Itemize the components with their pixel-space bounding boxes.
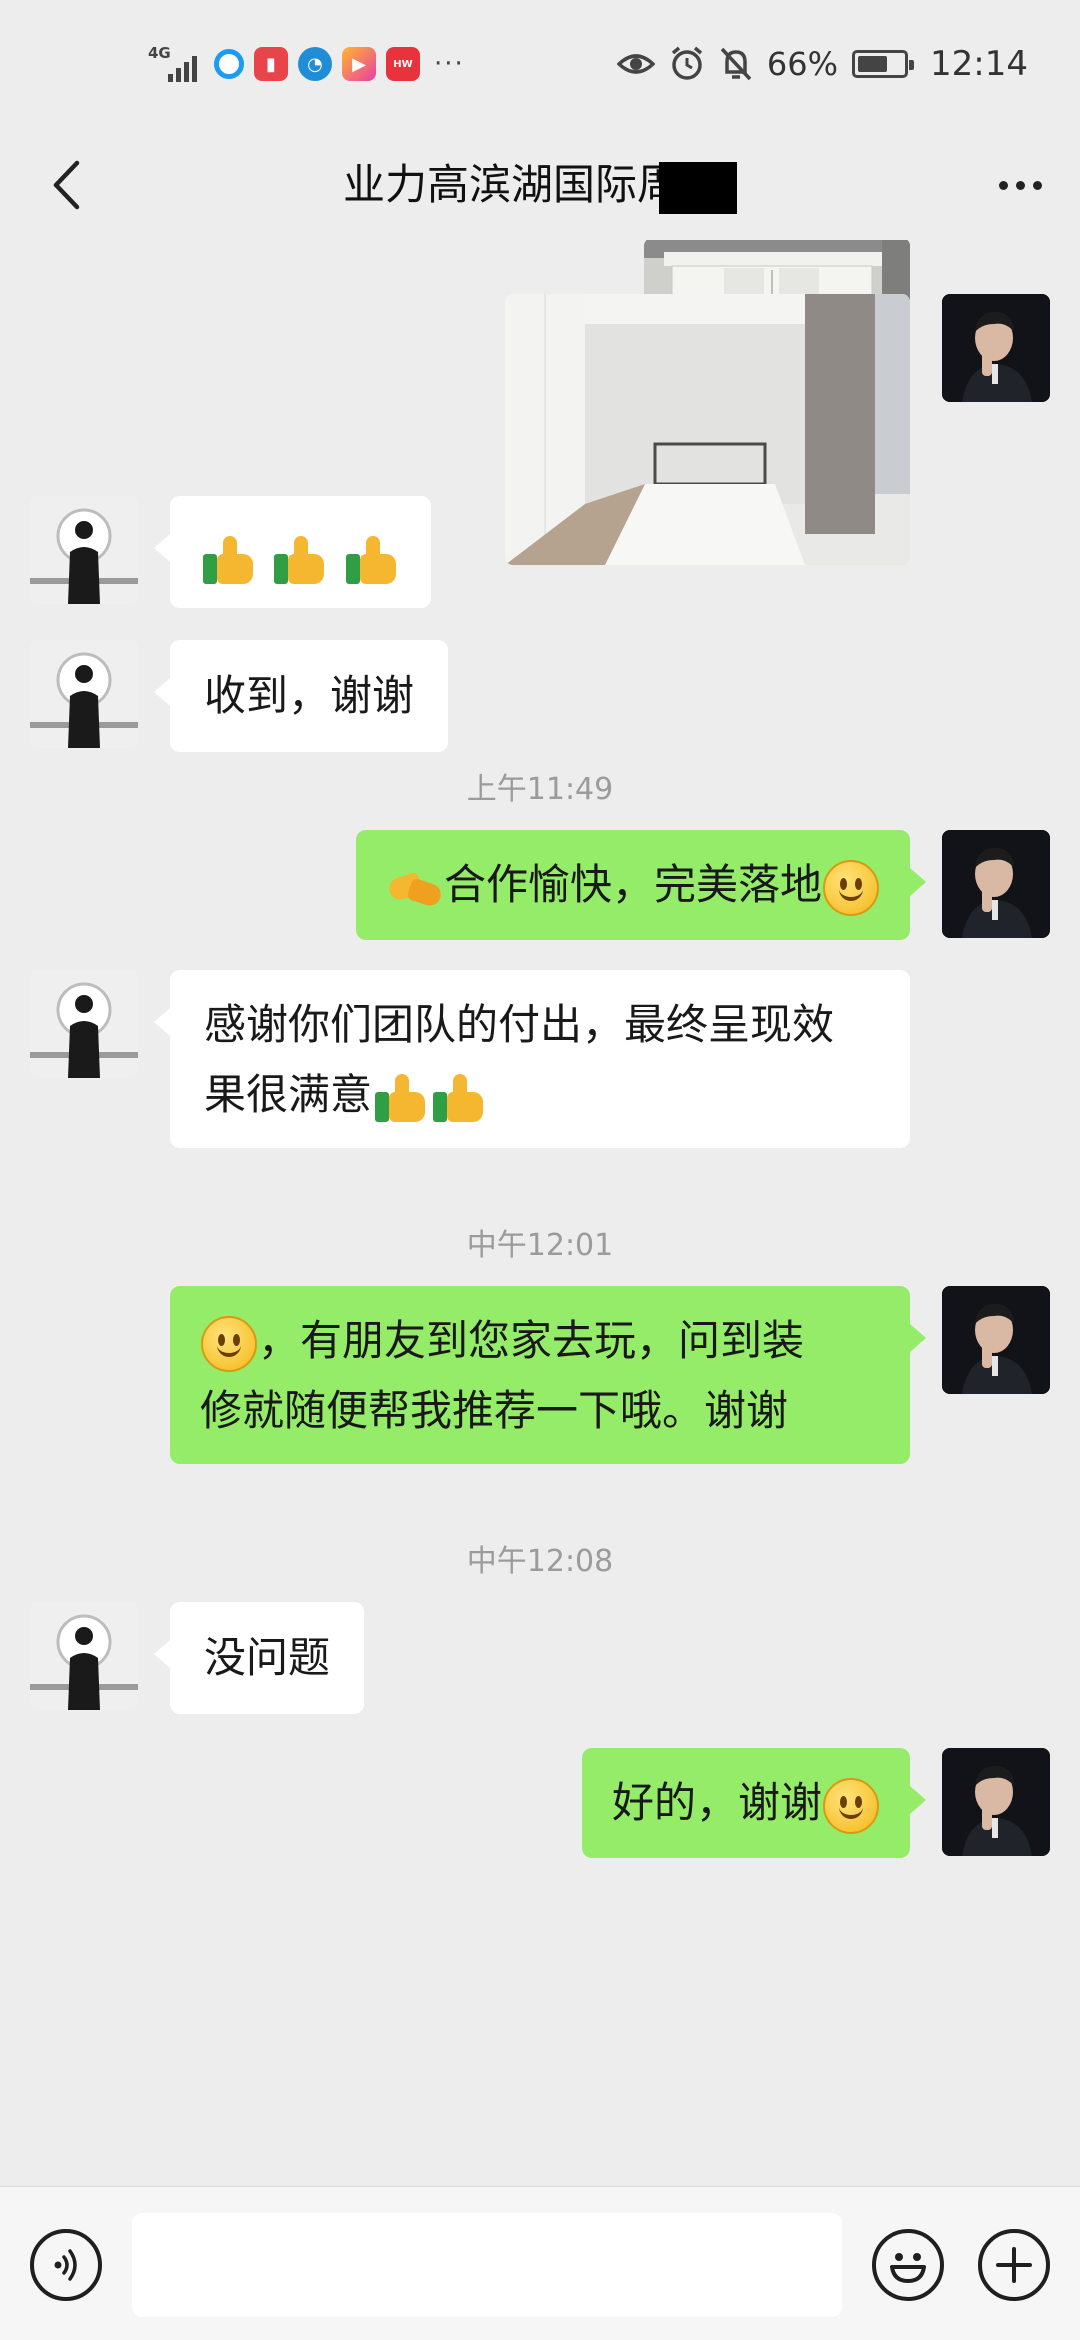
thumbs-up-icon [201,532,257,588]
message-text: 修就随便帮我推荐一下哦。谢谢 [200,1386,789,1435]
mute-icon [720,47,752,81]
plus-icon [996,2247,1032,2283]
voice-input-button[interactable] [30,2229,102,2301]
message-text: 收到，谢谢 [204,671,415,720]
sent-photo-bedroom[interactable] [505,294,910,565]
chat-header: 业力高滨湖国际周 [0,130,1080,240]
message-bubble[interactable]: 收到，谢谢 [153,640,449,752]
message-input[interactable] [132,2213,842,2317]
battery-icon [852,50,915,78]
message-bubble[interactable]: 好的，谢谢 [581,1748,927,1858]
voice-icon [54,2249,77,2281]
back-button[interactable] [36,152,96,218]
eye-icon [616,54,655,74]
contact-avatar[interactable] [30,496,138,604]
signal-icon: 4G [148,44,204,84]
message-list[interactable]: 收到，谢谢 上午11:49 合作愉快，完美落地 感谢你们团队的付出，最终呈现效 … [0,240,1080,2186]
message-bubble[interactable]: 合作愉快，完美落地 [355,830,927,940]
contact-avatar[interactable] [30,1602,138,1710]
message-text: 好的，谢谢 [611,1778,822,1827]
message-text: 没问题 [204,1633,331,1682]
emoji-icon [890,2253,926,2283]
clock: 12:14 [930,44,1028,84]
contact-avatar[interactable] [30,640,138,748]
message-bubble[interactable]: 没问题 [153,1602,365,1714]
video-icon: ▶ [342,47,376,81]
chevron-left-icon [53,160,80,210]
contact-avatar[interactable] [30,970,138,1078]
alarm-icon [671,46,703,80]
more-notifications-icon: ··· [434,49,465,79]
more-options-button[interactable] [990,155,1050,215]
my-avatar[interactable] [942,294,1050,402]
message-bubble[interactable] [154,496,431,608]
smile-icon [823,859,879,916]
thumbs-up-icon [431,1070,487,1126]
my-avatar[interactable] [942,1748,1050,1856]
thumbs-up-icon [344,532,400,588]
battery-percent: 66% [766,45,839,83]
more-functions-button[interactable] [978,2229,1050,2301]
thumbs-up-icon [272,532,328,588]
compass-icon: ◔ [298,47,332,81]
redaction-block [659,161,737,214]
timestamp: 上午11:49 [466,772,614,807]
smile-icon [823,1777,879,1834]
my-avatar[interactable] [942,1286,1050,1394]
chat-title: 业力高滨湖国际周 [150,130,930,240]
message-text: ，有朋友到您家去玩，问到装 [258,1316,805,1365]
handshake-icon [386,860,444,916]
message-bubble[interactable]: 感谢你们团队的付出，最终呈现效 果很满意 [154,970,910,1148]
message-text: 感谢你们团队的付出，最终呈现效 [204,1000,835,1049]
input-bar [0,2186,1080,2340]
qq-browser-icon [214,49,244,79]
emoji-button[interactable] [872,2229,944,2301]
timestamp: 中午12:08 [466,1544,614,1579]
timestamp: 中午12:01 [466,1228,614,1263]
status-bar: 4G ▮ ◔ ▶ HW ··· 66% 12:14 [0,0,1080,130]
huawei-store-icon: HW [386,47,420,81]
reader-icon: ▮ [254,47,288,81]
my-avatar[interactable] [942,830,1050,938]
message-text: 果很满意 [204,1070,373,1119]
chat-title-text: 业力高滨湖国际周 [342,160,679,209]
thumbs-up-icon [373,1070,429,1126]
message-bubble[interactable]: ，有朋友到您家去玩，问到装 修就随便帮我推荐一下哦。谢谢 [170,1286,926,1464]
message-text: 合作愉快，完美落地 [443,860,822,909]
smile-icon [201,1315,257,1372]
